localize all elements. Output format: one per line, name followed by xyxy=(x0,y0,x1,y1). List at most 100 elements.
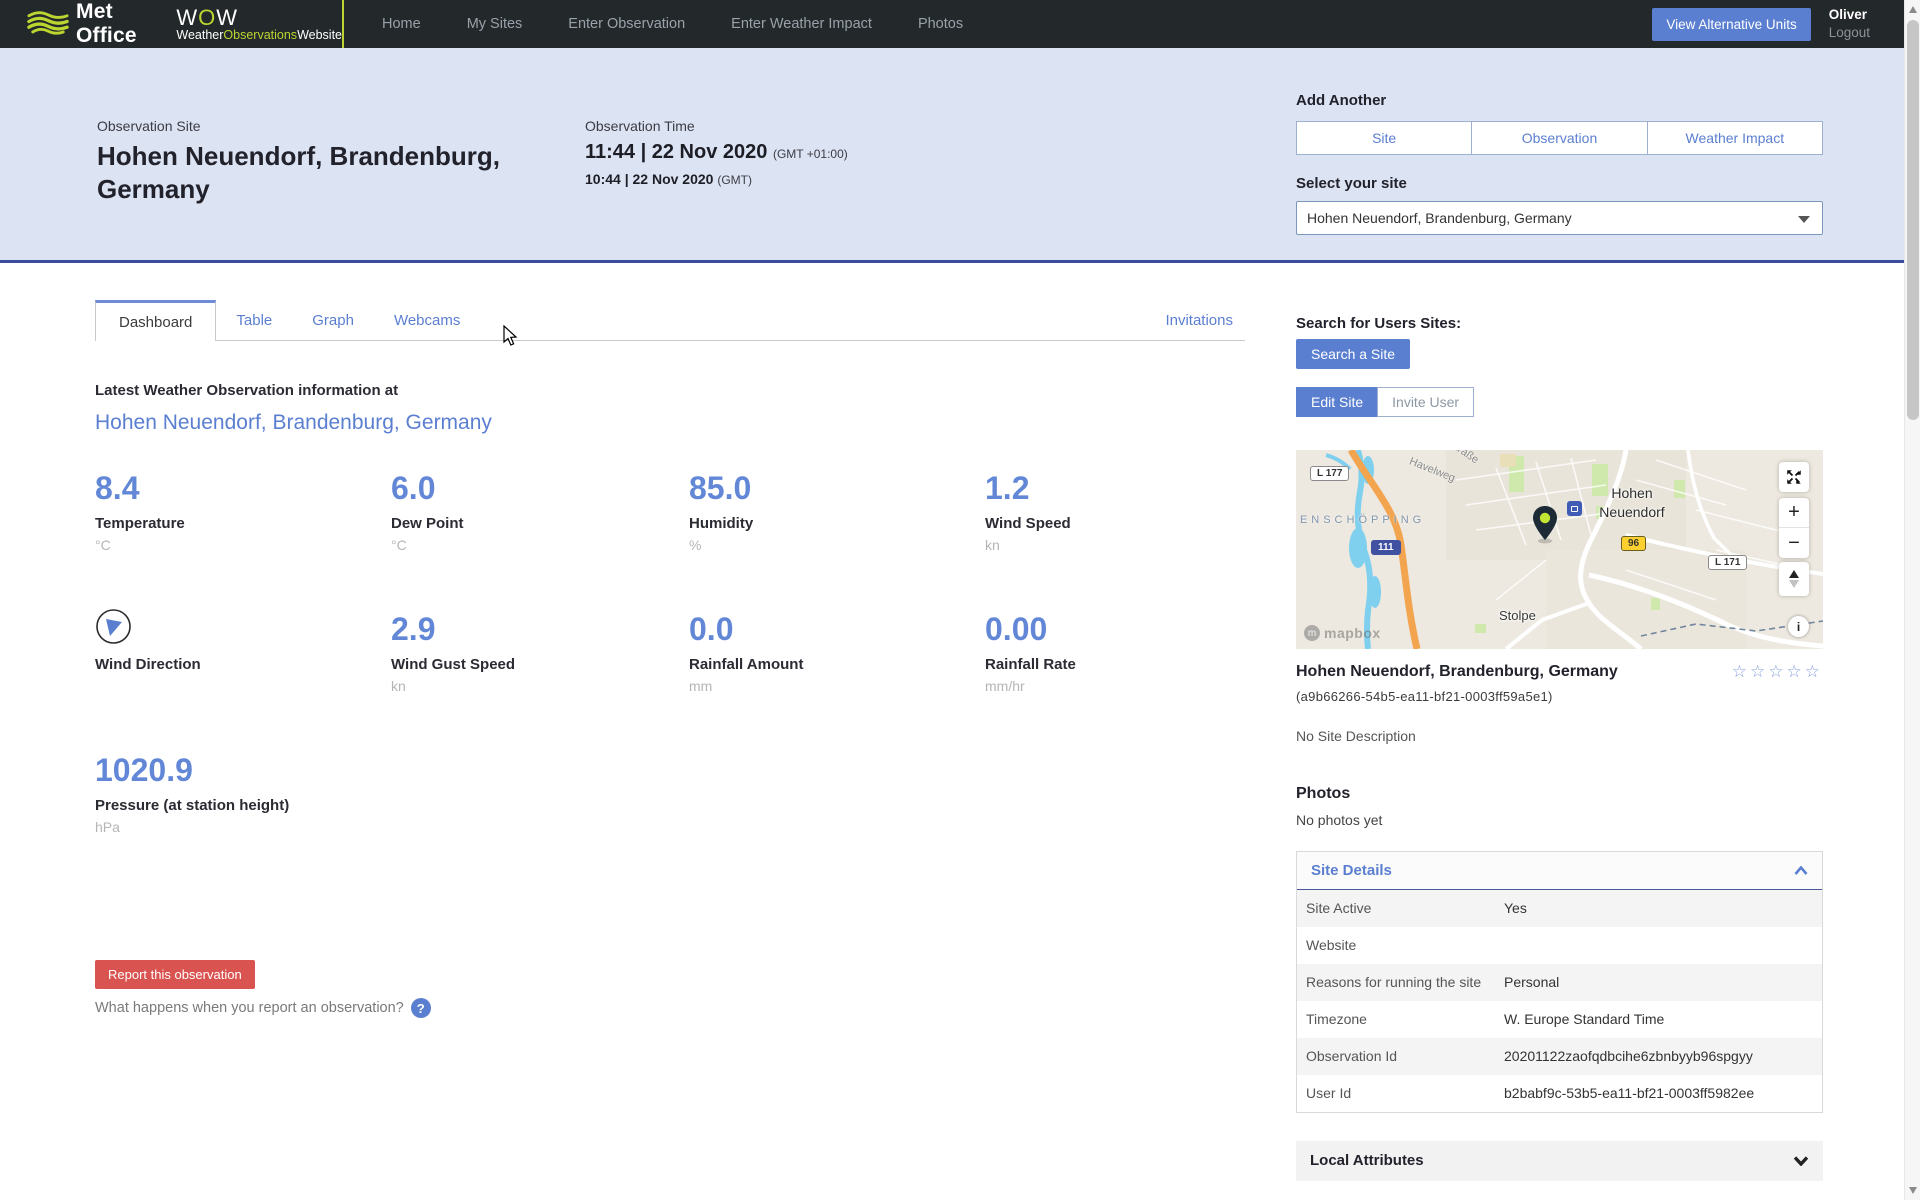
stat-wind-gust-speed: 2.9 Wind Gust Speed kn xyxy=(391,609,689,750)
site-details-header[interactable]: Site Details xyxy=(1297,852,1822,890)
place-label-henschopping: HENSCHÖPPING xyxy=(1296,514,1425,526)
mapbox-m-icon: m xyxy=(1304,625,1320,641)
sidebar-site-name: Hohen Neuendorf, Brandenburg, Germany xyxy=(1296,662,1636,683)
nav-item-home[interactable]: Home xyxy=(382,16,421,32)
chevron-up-icon xyxy=(1794,866,1808,875)
add-observation-button[interactable]: Observation xyxy=(1471,121,1647,155)
stat-value: 2.9 xyxy=(391,609,689,649)
view-alternative-units-button[interactable]: View Alternative Units xyxy=(1652,8,1810,41)
stat-unit: kn xyxy=(985,537,1245,553)
nav-item-enter-observation[interactable]: Enter Observation xyxy=(568,16,685,32)
photos-empty-text: No photos yet xyxy=(1296,812,1823,828)
train-station-icon xyxy=(1567,501,1582,516)
map-zoom-control: + − xyxy=(1779,498,1809,558)
mapbox-logo[interactable]: m mapbox xyxy=(1304,625,1381,641)
observation-time-label: Observation Time xyxy=(585,118,985,134)
add-weather-impact-button[interactable]: Weather Impact xyxy=(1647,121,1823,155)
tab-table[interactable]: Table xyxy=(216,300,292,340)
local-attributes-header[interactable]: Local Attributes xyxy=(1296,1141,1823,1181)
search-users-sites-label: Search for Users Sites: xyxy=(1296,315,1823,332)
nav-item-photos[interactable]: Photos xyxy=(918,16,963,32)
map-info-button[interactable]: i xyxy=(1788,616,1809,637)
add-another-button-group: Site Observation Weather Impact xyxy=(1296,121,1823,155)
met-office-swirl-icon xyxy=(27,8,69,40)
town-label-hohen-neuendorf: Hohen Neuendorf xyxy=(1584,484,1680,522)
stat-rainfall-amount: 0.0 Rainfall Amount mm xyxy=(689,609,985,750)
site-action-toggle: Edit Site Invite User xyxy=(1296,387,1823,417)
stat-label: Rainfall Rate xyxy=(985,656,1245,673)
stat-value: 0.0 xyxy=(689,609,985,649)
stat-rainfall-rate: 0.00 Rainfall Rate mm/hr xyxy=(985,609,1245,750)
stat-unit: % xyxy=(689,537,985,553)
nav-right-area: View Alternative Units Oliver Logout xyxy=(1652,6,1920,41)
logout-link[interactable]: Logout xyxy=(1829,24,1870,42)
table-row: Observation Id 20201122zaofqdbcihe6zbnby… xyxy=(1297,1038,1822,1075)
table-row: Site Active Yes xyxy=(1297,890,1822,927)
met-office-logo[interactable]: Met Office xyxy=(0,0,138,48)
stat-unit: °C xyxy=(391,537,689,553)
dashboard-site-name-link[interactable]: Hohen Neuendorf, Brandenburg, Germany xyxy=(95,411,1245,435)
stat-unit: °C xyxy=(95,537,391,553)
scrollbar-thumb[interactable] xyxy=(1907,20,1919,420)
main-content: Dashboard Table Graph Webcams Invitation… xyxy=(95,262,1245,1018)
stat-label: Rainfall Amount xyxy=(689,656,985,673)
site-details-title: Site Details xyxy=(1311,862,1392,879)
table-row: Timezone W. Europe Standard Time xyxy=(1297,1001,1822,1038)
observation-time-gmt: 10:44 | 22 Nov 2020 (GMT) xyxy=(585,171,985,187)
site-details-rows: Site Active Yes Website Reasons for runn… xyxy=(1297,890,1822,1112)
stat-value: 1020.9 xyxy=(95,750,391,790)
zoom-in-button[interactable]: + xyxy=(1779,498,1809,528)
brand-area: Met Office WOW WeatherObservationsWebsit… xyxy=(0,0,344,48)
stat-value: 8.4 xyxy=(95,468,391,508)
road-shield-111: 111 xyxy=(1371,540,1401,555)
nav-item-enter-weather-impact[interactable]: Enter Weather Impact xyxy=(731,16,872,32)
road-shield-l177: L 177 xyxy=(1310,466,1349,481)
top-navbar: Met Office WOW WeatherObservationsWebsit… xyxy=(0,0,1920,48)
tab-invitations[interactable]: Invitations xyxy=(1145,300,1245,340)
observation-header: Observation Site Hohen Neuendorf, Brande… xyxy=(0,48,1920,263)
chevron-down-icon xyxy=(1798,216,1810,223)
site-select-dropdown[interactable]: Hohen Neuendorf, Brandenburg, Germany xyxy=(1296,201,1823,235)
add-another-block: Add Another Site Observation Weather Imp… xyxy=(1296,92,1823,235)
wow-logo[interactable]: WOW WeatherObservationsWebsite xyxy=(176,6,342,42)
stat-unit: kn xyxy=(391,678,689,694)
nav-item-my-sites[interactable]: My Sites xyxy=(467,16,523,32)
invite-user-button[interactable]: Invite User xyxy=(1377,387,1474,417)
add-site-button[interactable]: Site xyxy=(1296,121,1472,155)
site-location-map[interactable]: L 177 Havelweg traße HENSCHÖPPING 111 96… xyxy=(1296,450,1823,649)
stat-label: Humidity xyxy=(689,515,985,532)
stat-wind-speed: 1.2 Wind Speed kn xyxy=(985,468,1245,609)
chevron-down-icon xyxy=(1793,1156,1809,1166)
site-select-value: Hohen Neuendorf, Brandenburg, Germany xyxy=(1307,210,1572,226)
site-description: No Site Description xyxy=(1296,728,1823,744)
scrollbar-up-arrow-icon[interactable] xyxy=(1909,6,1917,13)
edit-site-button[interactable]: Edit Site xyxy=(1296,387,1378,417)
photos-title: Photos xyxy=(1296,785,1823,803)
add-another-label: Add Another xyxy=(1296,92,1823,109)
tab-webcams[interactable]: Webcams xyxy=(374,300,480,340)
site-map-marker[interactable] xyxy=(1532,506,1558,549)
page-scrollbar[interactable] xyxy=(1904,0,1920,1200)
report-observation-button[interactable]: Report this observation xyxy=(95,960,255,989)
compass-north-icon xyxy=(1789,570,1799,578)
observation-site-name: Hohen Neuendorf, Brandenburg, Germany xyxy=(97,140,557,205)
search-a-site-button[interactable]: Search a Site xyxy=(1296,339,1410,369)
zoom-out-button[interactable]: − xyxy=(1779,528,1809,558)
map-fullscreen-button[interactable] xyxy=(1779,462,1809,492)
stat-value: 0.00 xyxy=(985,609,1245,649)
map-compass-control[interactable] xyxy=(1779,562,1809,596)
tab-graph[interactable]: Graph xyxy=(292,300,374,340)
nav-menu: Home My Sites Enter Observation Enter We… xyxy=(382,16,963,32)
report-question-row: What happens when you report an observat… xyxy=(95,998,1245,1018)
weather-stats-grid: 8.4 Temperature °C 6.0 Dew Point °C 85.0… xyxy=(95,468,1245,891)
scrollbar-down-arrow-icon[interactable] xyxy=(1909,1187,1917,1194)
stat-value: 6.0 xyxy=(391,468,689,508)
latest-observation-heading: Latest Weather Observation information a… xyxy=(95,382,1245,399)
stat-humidity: 85.0 Humidity % xyxy=(689,468,985,609)
help-icon[interactable]: ? xyxy=(411,998,431,1018)
wow-wordmark: WOW xyxy=(176,6,342,29)
stat-pressure: 1020.9 Pressure (at station height) hPa xyxy=(95,750,391,891)
site-rating-stars[interactable]: ☆☆☆☆☆ xyxy=(1732,662,1823,683)
stat-wind-direction: Wind Direction xyxy=(95,609,391,750)
tab-dashboard[interactable]: Dashboard xyxy=(95,300,216,341)
